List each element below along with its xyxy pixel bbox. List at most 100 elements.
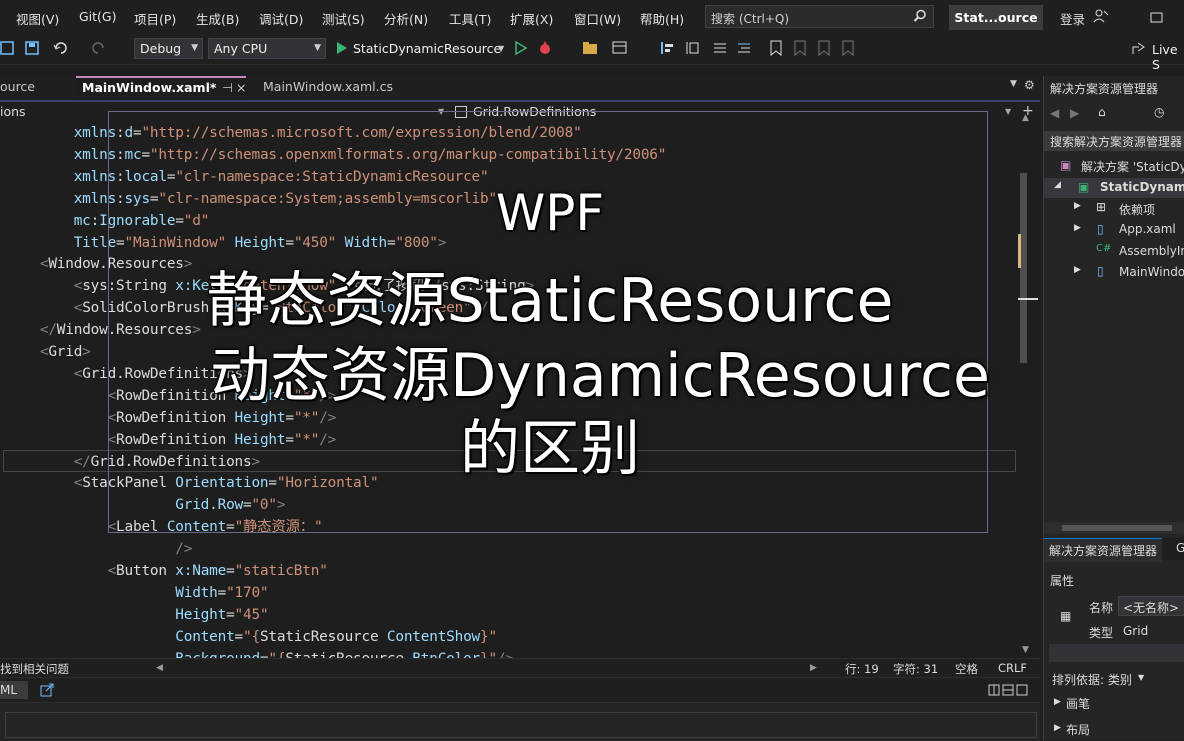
platform-dropdown[interactable]: Any CPU ▼ xyxy=(208,38,326,59)
expand-icon[interactable]: ◢ xyxy=(1054,180,1061,190)
split-view-icons[interactable] xyxy=(988,684,1028,696)
save-all-icon[interactable] xyxy=(24,40,40,56)
save-icon[interactable] xyxy=(0,40,16,56)
menu-git[interactable]: Git(G) xyxy=(79,9,117,24)
tree-project-row[interactable]: ◢ ▣ StaticDynami xyxy=(1044,178,1184,198)
char-status[interactable]: 字符: 31 xyxy=(893,661,938,677)
code-token: < xyxy=(73,365,83,382)
tab-list-dropdown[interactable]: ▼ xyxy=(1010,79,1017,89)
menu-extensions[interactable]: 扩展(X) xyxy=(510,9,553,28)
tree-item-mainwindow[interactable]: MainWindo xyxy=(1119,265,1184,279)
menu-build[interactable]: 生成(B) xyxy=(196,9,239,28)
name-input[interactable]: <无名称> xyxy=(1118,596,1184,616)
folder-icon[interactable] xyxy=(582,40,598,56)
gear-icon[interactable]: ⚙ xyxy=(1024,78,1035,92)
expand-arrow-icon[interactable]: ▶ xyxy=(1074,223,1081,233)
spaces-status[interactable]: 空格 xyxy=(955,661,978,677)
project-title-badge[interactable]: Stat...ource xyxy=(949,5,1043,30)
menu-window[interactable]: 窗口(W) xyxy=(574,9,621,28)
property-search-input[interactable] xyxy=(1049,644,1184,662)
tree-item-app-xaml[interactable]: App.xaml xyxy=(1119,222,1176,236)
menu-debug[interactable]: 调试(D) xyxy=(259,9,303,28)
share-icon[interactable] xyxy=(1131,40,1147,56)
code-line[interactable]: Height="45" xyxy=(6,604,268,626)
home-icon[interactable]: ⌂ xyxy=(1098,105,1106,119)
undo-icon[interactable] xyxy=(53,40,69,56)
code-line[interactable]: <Grid> xyxy=(6,341,91,363)
start-icon[interactable] xyxy=(334,40,350,56)
group-brush[interactable]: 画笔 xyxy=(1066,695,1090,712)
comment-icon[interactable] xyxy=(712,40,728,56)
tab-mainwindow-xaml[interactable]: MainWindow.xaml* ⊣ × xyxy=(76,76,246,98)
code-line[interactable]: Width="170" xyxy=(6,582,268,604)
live-share-button[interactable]: Live S xyxy=(1152,42,1184,72)
tree-item-dependencies[interactable]: 依赖项 xyxy=(1119,201,1155,218)
align-icon[interactable] xyxy=(660,40,676,56)
configuration-dropdown[interactable]: Debug ▼ xyxy=(134,38,203,59)
forward-icon[interactable]: ▶ xyxy=(1070,106,1079,120)
menu-help[interactable]: 帮助(H) xyxy=(640,9,684,28)
bookmark-clear-icon[interactable] xyxy=(840,40,856,56)
bookmark-next-icon[interactable] xyxy=(816,40,832,56)
xaml-view-tab[interactable]: ML xyxy=(0,681,28,699)
eol-status[interactable]: CRLF xyxy=(998,661,1027,675)
tree-item-assemblyinfo[interactable]: AssemblyIn xyxy=(1119,244,1184,258)
scroll-right-arrow[interactable]: ▶ xyxy=(810,663,817,673)
code-line[interactable]: <Button x:Name="staticBtn" xyxy=(6,560,328,582)
expand-arrow-icon[interactable]: ▶ xyxy=(1074,265,1081,275)
tab-git[interactable]: G xyxy=(1176,541,1184,555)
horizontal-scrollbar[interactable] xyxy=(1044,522,1184,534)
tree-solution[interactable]: 解决方案 'StaticDy xyxy=(1081,158,1184,175)
code-token: Height xyxy=(175,606,227,623)
pin-icon[interactable]: ⊣ xyxy=(222,78,233,98)
horizontal-scrollbar-thumb[interactable] xyxy=(1062,525,1172,531)
menu-tools[interactable]: 工具(T) xyxy=(449,9,491,28)
start-target[interactable]: StaticDynamicResource xyxy=(353,41,501,56)
search-input[interactable]: 搜索 (Ctrl+Q) xyxy=(705,5,934,28)
tab-resource[interactable]: ource xyxy=(0,76,41,98)
group-layout[interactable]: 布局 xyxy=(1066,721,1090,738)
sort-dropdown[interactable]: 排列依据: 类别 xyxy=(1052,671,1132,688)
chevron-down-icon[interactable]: ▼ xyxy=(1138,673,1144,682)
nav-left-scope[interactable]: ions xyxy=(0,104,26,119)
uncomment-icon[interactable] xyxy=(736,40,752,56)
issues-status[interactable]: 找到相关问题 xyxy=(0,661,69,677)
editor-scrollbar[interactable]: ▲ ▼ xyxy=(1018,113,1040,658)
tab-mainwindow-xaml-cs[interactable]: MainWindow.xaml.cs xyxy=(257,76,399,98)
solution-search-input[interactable]: 搜索解决方案资源管理器 xyxy=(1044,131,1184,151)
back-icon[interactable]: ◀ xyxy=(1050,106,1059,120)
indent-icon[interactable] xyxy=(684,40,700,56)
scroll-left-arrow[interactable]: ◀ xyxy=(156,663,163,673)
redo-icon[interactable] xyxy=(90,40,106,56)
chevron-down-icon[interactable]: ▼ xyxy=(498,44,504,53)
start-without-debugging-icon[interactable] xyxy=(513,40,529,56)
menu-project[interactable]: 项目(P) xyxy=(134,9,176,28)
scroll-down-arrow[interactable]: ▼ xyxy=(1022,645,1029,655)
expand-arrow-icon[interactable]: ▶ xyxy=(1054,723,1061,733)
bookmark-icon[interactable] xyxy=(768,40,784,56)
layout-icon[interactable] xyxy=(612,40,628,56)
menu-view[interactable]: 视图(V) xyxy=(16,9,59,28)
scrollbar-thumb[interactable] xyxy=(1020,173,1027,363)
expand-arrow-icon[interactable]: ▶ xyxy=(1074,201,1081,211)
history-icon[interactable]: ◷ xyxy=(1154,105,1164,119)
hot-reload-icon[interactable] xyxy=(537,40,553,56)
account-icon[interactable] xyxy=(1093,8,1109,24)
code-line[interactable]: /> xyxy=(6,538,192,560)
expand-arrow-icon[interactable]: ▶ xyxy=(1054,697,1061,707)
line-status[interactable]: 行: 19 xyxy=(845,661,879,677)
maximize-icon[interactable] xyxy=(1150,12,1164,24)
login-link[interactable]: 登录 xyxy=(1060,9,1085,28)
popout-icon[interactable] xyxy=(40,683,54,697)
menu-analyze[interactable]: 分析(N) xyxy=(384,9,428,28)
type-label: 类型 xyxy=(1089,626,1114,640)
code-line[interactable]: Background="{StaticResource BtnColor}"/> xyxy=(6,648,514,658)
chevron-down-icon[interactable]: ▼ xyxy=(1005,107,1011,116)
menu-test[interactable]: 测试(S) xyxy=(322,9,365,28)
code-line[interactable]: Content="{StaticResource ContentShow}" xyxy=(6,626,497,648)
tab-solution-explorer[interactable]: 解决方案资源管理器 xyxy=(1044,538,1163,562)
close-icon[interactable]: × xyxy=(236,78,246,98)
bookmark-prev-icon[interactable] xyxy=(792,40,808,56)
scroll-up-arrow[interactable]: ▲ xyxy=(1022,113,1029,123)
